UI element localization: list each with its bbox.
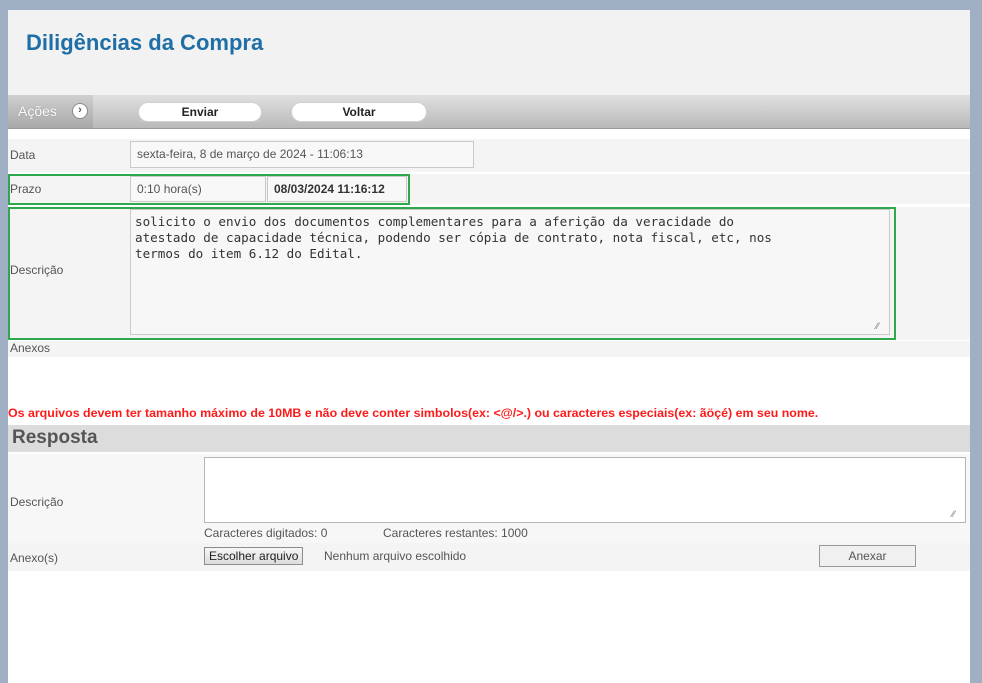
resposta-header: Resposta xyxy=(8,425,970,452)
chars-typed: Caracteres digitados: 0 xyxy=(204,526,328,540)
title-area: Diligências da Compra xyxy=(8,10,970,95)
chars-remaining: Caracteres restantes: 1000 xyxy=(383,526,528,540)
no-file-text: Nenhum arquivo escolhido xyxy=(324,549,467,563)
anexos-label: Anexos xyxy=(10,341,51,355)
resposta-textarea[interactable]: ⁄⁄ xyxy=(204,457,966,523)
actions-bar: Ações › Enviar Voltar xyxy=(8,95,970,129)
page-title: Diligências da Compra xyxy=(26,30,264,55)
page: Diligências da Compra Ações › Enviar Vol… xyxy=(8,10,970,683)
file-warning: Os arquivos devem ter tamanho máximo de … xyxy=(8,406,819,420)
resposta-title: Resposta xyxy=(12,427,98,448)
choose-file-button[interactable]: Escolher arquivo xyxy=(204,547,304,565)
resposta-descricao-label: Descrição xyxy=(10,495,64,509)
descricao-highlight xyxy=(8,207,896,340)
data-field: sexta-feira, 8 de março de 2024 - 11:06:… xyxy=(130,141,474,168)
actions-menu-label: Ações xyxy=(18,103,57,119)
attach-button[interactable]: Anexar xyxy=(819,545,916,567)
anexo-label: Anexo(s) xyxy=(10,551,59,565)
prazo-highlight xyxy=(8,174,410,205)
data-label: Data xyxy=(10,148,36,162)
actions-menu[interactable]: Ações › xyxy=(8,95,93,128)
back-button[interactable]: Voltar xyxy=(291,102,427,122)
send-button[interactable]: Enviar xyxy=(138,102,262,122)
data-row: Data sexta-feira, 8 de março de 2024 - 1… xyxy=(8,139,970,172)
anexos-row: Anexos xyxy=(8,341,970,357)
chevron-right-icon[interactable]: › xyxy=(72,103,88,119)
resize-handle-icon[interactable]: ⁄⁄ xyxy=(952,510,961,519)
